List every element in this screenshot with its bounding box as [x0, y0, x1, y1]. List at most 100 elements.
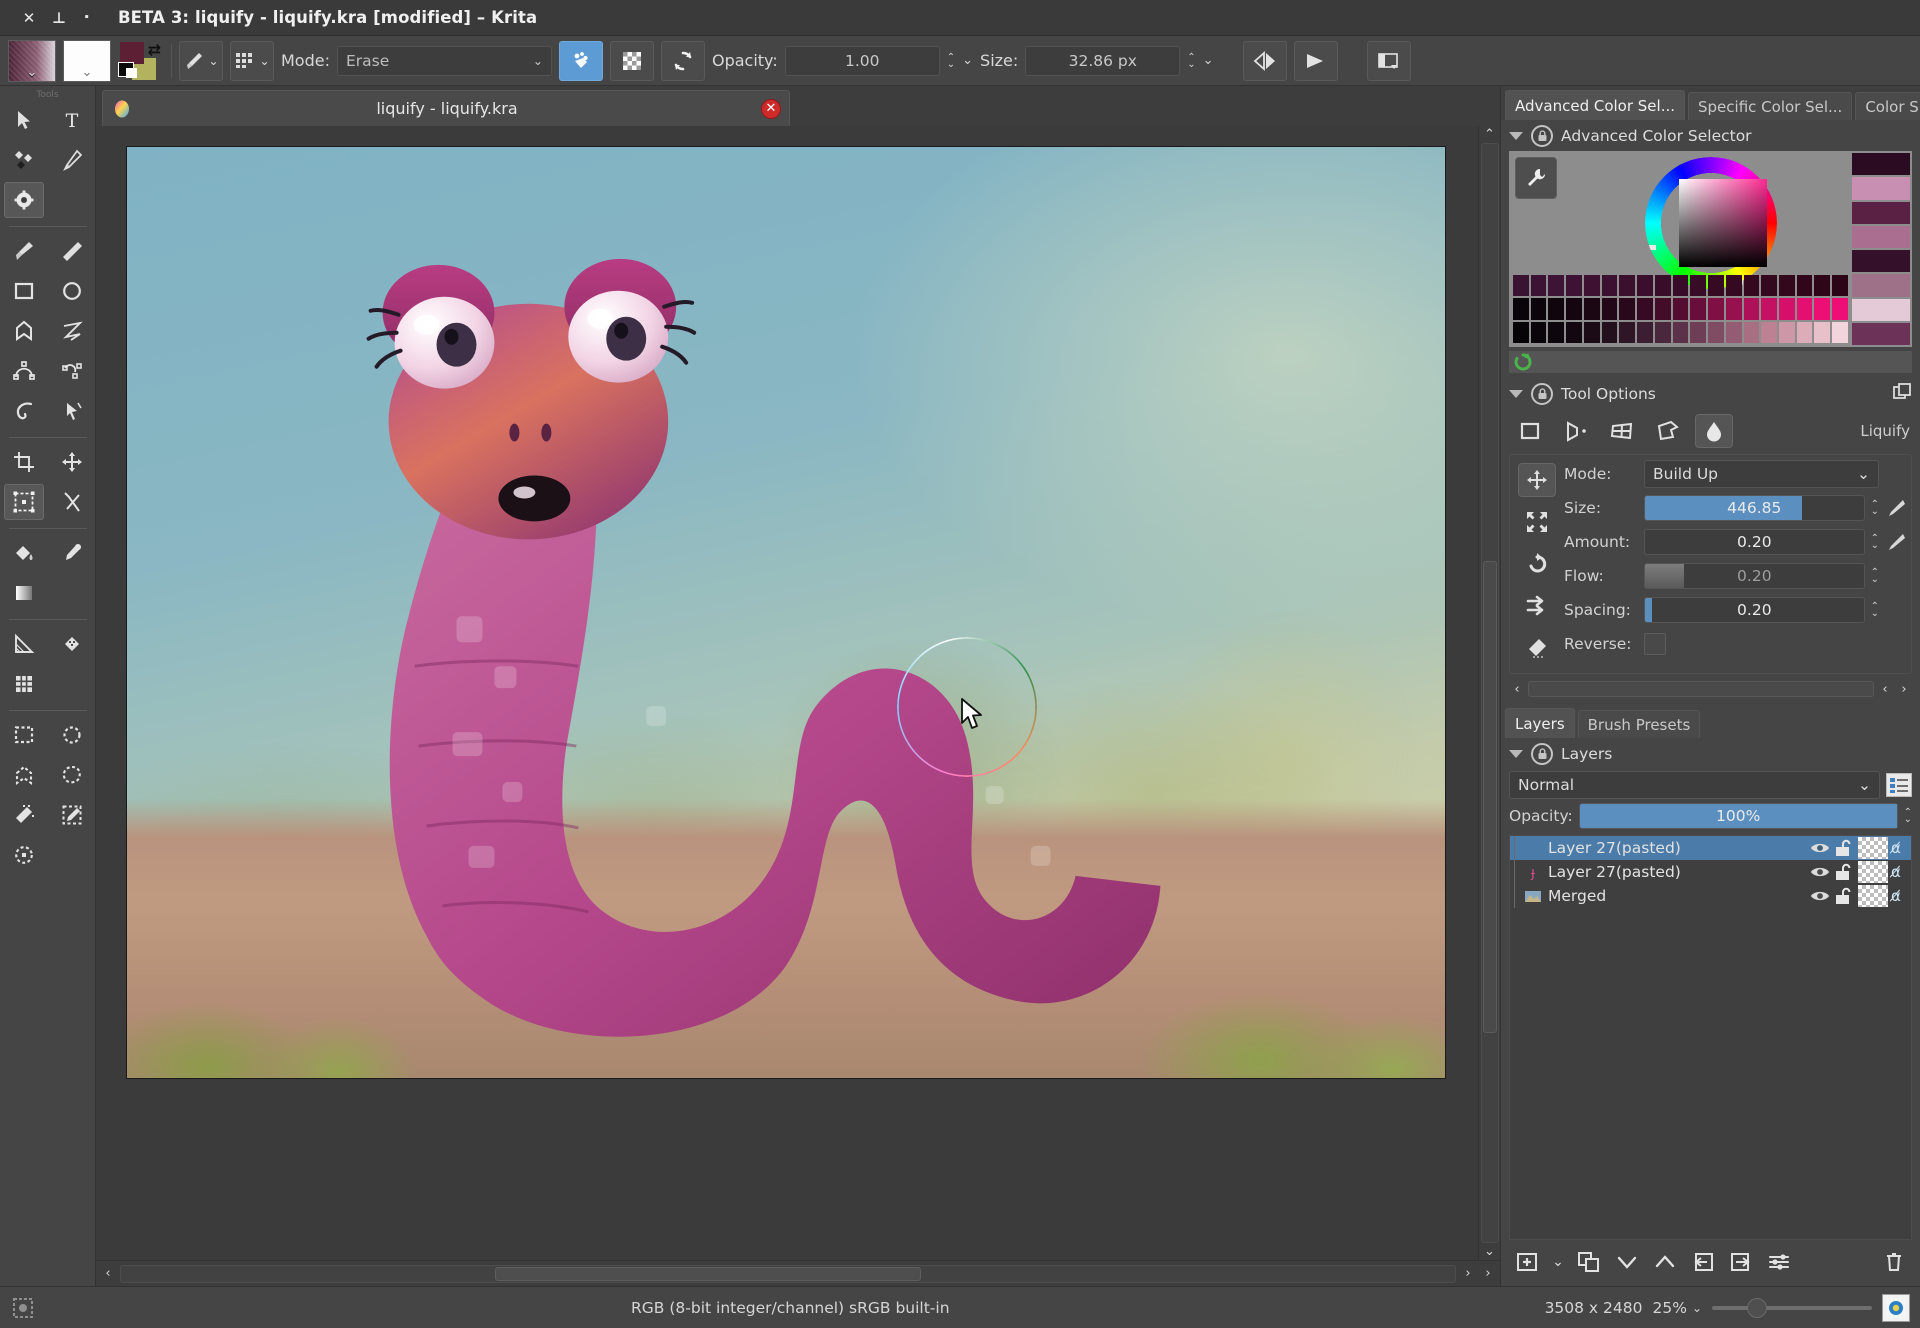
document-tab[interactable]: liquify - liquify.kra ✕	[102, 90, 790, 126]
eye-icon[interactable]	[1810, 840, 1830, 856]
tab-brush-presets[interactable]: Brush Presets	[1578, 710, 1701, 738]
tab-advanced-color-selector[interactable]: Advanced Color Sel...	[1505, 90, 1685, 120]
blending-mode-combo[interactable]: Erase ⌄	[337, 46, 552, 76]
text-tool[interactable]: T	[52, 102, 92, 138]
perspective-transform-mode[interactable]	[1557, 414, 1595, 448]
alpha-lock-icon[interactable]: α̸	[1891, 887, 1909, 905]
opacity-spinner[interactable]: ⌃⌄	[947, 54, 955, 68]
bezier-selection-tool[interactable]	[4, 837, 44, 873]
eye-icon[interactable]	[1810, 888, 1830, 904]
rotate-canvas-reset-icon[interactable]: ›	[1480, 1266, 1496, 1281]
measure-tool[interactable]	[52, 484, 92, 520]
advanced-color-selector[interactable]	[1509, 151, 1912, 347]
image-canvas[interactable]	[126, 146, 1446, 1079]
layer-list[interactable]: Layer 27(pasted) α̸	[1509, 835, 1912, 1240]
horizontal-scroll-track[interactable]	[120, 1265, 1456, 1283]
window-minimize-button[interactable]: ⊥	[44, 6, 74, 30]
multibrush-tool[interactable]	[52, 393, 92, 429]
polygon-tool[interactable]	[4, 313, 44, 349]
liquify-size-slider[interactable]: 446.85	[1644, 495, 1865, 521]
wrench-icon[interactable]	[1515, 157, 1557, 199]
scroll-right-icon[interactable]: ›	[1460, 1266, 1476, 1281]
rectangle-tool[interactable]	[4, 273, 44, 309]
float-docker-icon[interactable]	[1892, 382, 1912, 406]
pattern-tool[interactable]	[52, 626, 92, 662]
table-row[interactable]: Layer 27(pasted) α̸	[1510, 836, 1911, 860]
collapse-caret-icon[interactable]	[1509, 750, 1523, 758]
scroll-up-icon[interactable]: ⌃	[1484, 128, 1495, 141]
pattern-preset-selector[interactable]: ⌄	[63, 40, 111, 82]
liquify-spacing-spinner[interactable]: ⌃⌄	[1871, 603, 1879, 617]
canvas-viewport[interactable]	[96, 126, 1478, 1260]
move-tool[interactable]	[52, 444, 92, 480]
line-tool[interactable]	[52, 233, 92, 269]
horizontal-scroll-thumb[interactable]	[495, 1267, 922, 1281]
color-picker-tool[interactable]	[52, 535, 92, 571]
reset-colors-white-swatch[interactable]	[126, 68, 137, 78]
scroll-down-icon[interactable]: ⌄	[1484, 1245, 1495, 1258]
liquify-flow-slider[interactable]: 0.20	[1644, 563, 1865, 589]
bezier-curve-tool[interactable]	[4, 353, 44, 389]
layer-view-mode-icon[interactable]	[1886, 773, 1912, 797]
cage-transform-mode[interactable]	[1649, 414, 1687, 448]
dynamic-brush-tool[interactable]	[4, 393, 44, 429]
layer-blend-mode-combo[interactable]: Normal ⌄	[1509, 771, 1880, 799]
window-close-button[interactable]: ✕	[14, 6, 44, 30]
eraser-mode-button[interactable]	[559, 41, 603, 81]
select-shapes-tool[interactable]	[4, 102, 44, 138]
vertical-scroll-track[interactable]	[1481, 143, 1499, 1243]
unlocked-padlock-icon[interactable]	[1833, 887, 1855, 905]
layer-opacity-spinner[interactable]: ⌃⌄	[1904, 809, 1912, 823]
unlocked-padlock-icon[interactable]	[1833, 863, 1855, 881]
freehand-selection-tool[interactable]	[52, 757, 92, 793]
lock-icon[interactable]	[1531, 125, 1553, 147]
liquify-undo-tool[interactable]	[1518, 631, 1556, 665]
liquify-mode-combo[interactable]: Build Up ⌄	[1644, 460, 1879, 488]
zoom-slider[interactable]	[1712, 1299, 1872, 1317]
liquify-amount-slider[interactable]: 0.20	[1644, 529, 1865, 555]
opacity-dropdown-icon[interactable]: ⌄	[962, 53, 973, 68]
calligraphy-tool[interactable]	[52, 142, 92, 178]
document-overview-button[interactable]	[1882, 1294, 1910, 1322]
saturation-value-square[interactable]	[1679, 179, 1767, 267]
contiguous-selection-tool[interactable]	[4, 797, 44, 833]
delete-layer-button[interactable]	[1880, 1248, 1908, 1276]
liquify-move-tool[interactable]	[1518, 463, 1556, 497]
liquify-reverse-checkbox[interactable]	[1644, 633, 1666, 655]
brush-preset-button[interactable]: ⌄	[179, 41, 223, 81]
warp-transform-mode[interactable]	[1603, 414, 1641, 448]
ellipse-tool[interactable]	[52, 273, 92, 309]
layer-opacity-slider[interactable]: 100%	[1579, 803, 1898, 829]
size-spinner[interactable]: ⌃⌄	[1187, 54, 1195, 68]
liquify-size-spinner[interactable]: ⌃⌄	[1871, 501, 1879, 515]
preserve-alpha-button[interactable]	[610, 41, 654, 81]
zoom-slider-knob[interactable]	[1747, 1298, 1767, 1318]
alpha-lock-icon[interactable]: α̸	[1891, 839, 1909, 857]
assistant-gear-tool[interactable]	[4, 182, 44, 218]
brush-presets-popup-button[interactable]: ⌄	[230, 41, 274, 81]
table-row[interactable]: Merged α̸	[1510, 884, 1911, 908]
polyline-tool[interactable]	[52, 313, 92, 349]
pressure-curve-icon[interactable]	[1885, 497, 1907, 519]
canvas-horizontal-scrollbar[interactable]: ‹ › ›	[96, 1260, 1500, 1286]
liquify-rotate-tool[interactable]	[1518, 547, 1556, 581]
gradient-tool[interactable]	[4, 575, 44, 611]
transform-tool[interactable]	[4, 484, 44, 520]
eye-icon[interactable]	[1810, 864, 1830, 880]
scroll-left-icon[interactable]: ‹	[1509, 682, 1525, 697]
rectangular-selection-tool[interactable]	[4, 717, 44, 753]
close-icon[interactable]: ✕	[761, 99, 781, 119]
liquify-spacing-slider[interactable]: 0.20	[1644, 597, 1865, 623]
scroll-left-icon[interactable]: ‹	[1877, 682, 1893, 697]
color-history-column[interactable]	[1852, 153, 1910, 345]
move-layer-up-button[interactable]	[1651, 1248, 1679, 1276]
free-transform-mode[interactable]	[1511, 414, 1549, 448]
selection-mask-icon[interactable]	[10, 1295, 36, 1321]
add-layer-button[interactable]	[1513, 1248, 1541, 1276]
scroll-right-icon[interactable]: ›	[1896, 682, 1912, 697]
elliptical-selection-tool[interactable]	[52, 717, 92, 753]
edit-shapes-tool[interactable]	[4, 142, 44, 178]
collapse-caret-icon[interactable]	[1509, 390, 1523, 398]
canvas-vertical-scrollbar[interactable]: ⌃ ⌄	[1478, 126, 1500, 1260]
move-layer-down-button[interactable]	[1613, 1248, 1641, 1276]
